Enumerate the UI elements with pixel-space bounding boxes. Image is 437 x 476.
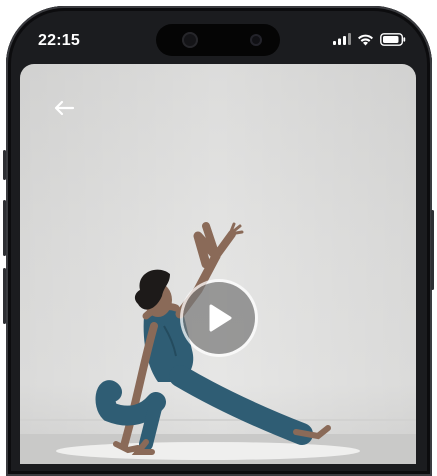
back-button[interactable] — [50, 94, 78, 122]
front-camera-icon — [182, 32, 198, 48]
signal-icon — [333, 33, 351, 45]
side-button — [3, 268, 6, 324]
yoga-pose-image — [20, 64, 416, 455]
battery-icon — [380, 32, 406, 46]
side-button — [431, 210, 434, 290]
side-button — [3, 150, 6, 180]
play-button[interactable] — [183, 282, 255, 354]
sensor-icon — [250, 34, 262, 46]
status-bar: 22:15 — [20, 20, 416, 64]
status-icons — [333, 32, 406, 46]
video-player[interactable] — [20, 64, 416, 464]
status-time: 22:15 — [38, 32, 80, 49]
side-button — [3, 200, 6, 256]
play-icon — [209, 304, 232, 332]
dynamic-island — [156, 24, 280, 56]
back-arrow-icon — [54, 100, 75, 116]
wifi-icon — [358, 34, 373, 45]
